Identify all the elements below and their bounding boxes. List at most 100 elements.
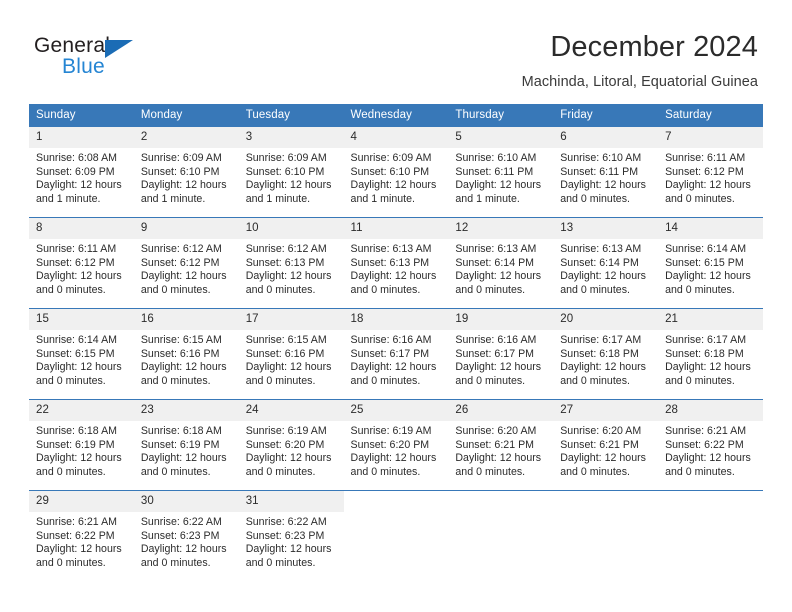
sunset-text: Sunset: 6:20 PM xyxy=(245,438,325,451)
day-number: 13 xyxy=(553,218,659,239)
sunset-text: Sunset: 6:10 PM xyxy=(140,165,220,178)
calendar-day-cell[interactable]: 27 Sunrise: 6:20 AM Sunset: 6:21 PM Dayligh… xyxy=(553,399,659,491)
daylight-text-line1: Daylight: 12 hours xyxy=(350,270,437,283)
sunset-text: Sunset: 6:13 PM xyxy=(245,256,325,269)
day-details: Sunrise: 6:15 AM Sunset: 6:16 PM Daylight:… xyxy=(239,330,344,388)
day-details: Sunrise: 6:16 AM Sunset: 6:17 PM Daylight:… xyxy=(448,330,553,388)
calendar-day-cell[interactable]: 10 Sunrise: 6:12 AM Sunset: 6:13 PM Dayligh… xyxy=(238,217,344,309)
daylight-text-line1: Daylight: 12 hours xyxy=(245,543,332,556)
calendar-day-cell[interactable]: 8 Sunrise: 6:11 AM Sunset: 6:12 PM Daylight… xyxy=(29,217,134,309)
sunset-text: Sunset: 6:11 PM xyxy=(455,165,534,178)
day-details: Sunrise: 6:21 AM Sunset: 6:22 PM Daylight:… xyxy=(658,421,763,479)
daylight-text-line2: and 0 minutes. xyxy=(665,374,735,387)
day-number: 30 xyxy=(133,491,239,512)
sunrise-text: Sunrise: 6:21 AM xyxy=(36,516,117,528)
day-details: Sunrise: 6:21 AM Sunset: 6:22 PM Daylight:… xyxy=(29,512,134,570)
daylight-text-line1: Daylight: 12 hours xyxy=(350,452,437,465)
sunrise-text: Sunrise: 6:17 AM xyxy=(665,334,747,346)
daylight-text-line2: and 0 minutes. xyxy=(245,374,316,387)
calendar-day-cell[interactable]: 30 Sunrise: 6:22 AM Sunset: 6:23 PM Dayligh… xyxy=(133,490,239,581)
day-details: Sunrise: 6:08 AM Sunset: 6:09 PM Daylight:… xyxy=(29,148,134,206)
daylight-text-line2: and 1 minute. xyxy=(140,192,206,205)
sunset-text: Sunset: 6:18 PM xyxy=(560,347,639,360)
sunset-text: Sunset: 6:16 PM xyxy=(140,347,220,360)
calendar-body: 1 Sunrise: 6:08 AM Sunset: 6:09 PM Daylight… xyxy=(29,126,763,581)
calendar-day-cell[interactable]: 25 Sunrise: 6:19 AM Sunset: 6:20 PM Dayligh… xyxy=(343,399,449,491)
day-details: Sunrise: 6:11 AM Sunset: 6:12 PM Daylight:… xyxy=(658,148,763,206)
day-number: 31 xyxy=(238,491,344,512)
day-number: 16 xyxy=(133,309,239,330)
sunset-text: Sunset: 6:21 PM xyxy=(560,438,639,451)
sunset-text: Sunset: 6:12 PM xyxy=(140,256,220,269)
day-details: Sunrise: 6:18 AM Sunset: 6:19 PM Daylight:… xyxy=(134,421,239,479)
calendar-day-cell[interactable]: 1 Sunrise: 6:08 AM Sunset: 6:09 PM Daylight… xyxy=(29,126,134,218)
day-number: 23 xyxy=(133,400,239,421)
day-details: Sunrise: 6:19 AM Sunset: 6:20 PM Daylight:… xyxy=(239,421,344,479)
daylight-text-line1: Daylight: 12 hours xyxy=(36,361,122,374)
calendar-day-cell[interactable]: 4 Sunrise: 6:09 AM Sunset: 6:10 PM Daylight… xyxy=(343,126,449,218)
calendar-day-cell[interactable]: 17 Sunrise: 6:15 AM Sunset: 6:16 PM Dayligh… xyxy=(238,308,344,400)
calendar-day-cell[interactable]: 2 Sunrise: 6:09 AM Sunset: 6:10 PM Daylight… xyxy=(133,126,239,218)
calendar-day-cell[interactable]: 28 Sunrise: 6:21 AM Sunset: 6:22 PM Dayligh… xyxy=(658,399,763,491)
daylight-text-line1: Daylight: 12 hours xyxy=(140,452,227,465)
day-number: 5 xyxy=(448,127,554,148)
sunrise-text: Sunrise: 6:19 AM xyxy=(245,425,327,437)
sunrise-text: Sunrise: 6:16 AM xyxy=(455,334,537,346)
calendar-day-cell[interactable]: 9 Sunrise: 6:12 AM Sunset: 6:12 PM Daylight… xyxy=(133,217,239,309)
calendar-day-cell[interactable]: 18 Sunrise: 6:16 AM Sunset: 6:17 PM Dayligh… xyxy=(343,308,449,400)
sunrise-text: Sunrise: 6:18 AM xyxy=(36,425,117,437)
sunrise-text: Sunrise: 6:09 AM xyxy=(245,152,327,164)
calendar-day-cell[interactable]: 14 Sunrise: 6:14 AM Sunset: 6:15 PM Dayligh… xyxy=(658,217,763,309)
sunrise-text: Sunrise: 6:18 AM xyxy=(140,425,222,437)
daylight-text-line2: and 0 minutes. xyxy=(455,283,526,296)
weekday-header-wednesday: Wednesday xyxy=(343,104,449,127)
sunrise-text: Sunrise: 6:13 AM xyxy=(350,243,432,255)
sunrise-text: Sunrise: 6:17 AM xyxy=(560,334,642,346)
calendar-day-cell[interactable]: 21 Sunrise: 6:17 AM Sunset: 6:18 PM Dayligh… xyxy=(658,308,763,400)
daylight-text-line1: Daylight: 12 hours xyxy=(36,543,122,556)
daylight-text-line1: Daylight: 12 hours xyxy=(560,361,646,374)
day-number: 19 xyxy=(448,309,554,330)
sunset-text: Sunset: 6:23 PM xyxy=(245,529,325,542)
sunrise-text: Sunrise: 6:19 AM xyxy=(350,425,432,437)
sunset-text: Sunset: 6:18 PM xyxy=(665,347,744,360)
day-details: Sunrise: 6:22 AM Sunset: 6:23 PM Daylight:… xyxy=(239,512,344,570)
calendar-day-cell[interactable]: 31 Sunrise: 6:22 AM Sunset: 6:23 PM Dayligh… xyxy=(238,490,344,581)
weekday-header-sunday: Sunday xyxy=(29,104,134,127)
weekday-header-tuesday: Tuesday xyxy=(238,104,344,127)
daylight-text-line2: and 0 minutes. xyxy=(140,374,211,387)
day-number: 22 xyxy=(29,400,134,421)
calendar-week-row: 8 Sunrise: 6:11 AM Sunset: 6:12 PM Daylight… xyxy=(29,217,763,309)
daylight-text-line2: and 0 minutes. xyxy=(140,465,211,478)
calendar-day-cell[interactable]: 11 Sunrise: 6:13 AM Sunset: 6:13 PM Dayligh… xyxy=(343,217,449,309)
calendar-day-cell[interactable]: 29 Sunrise: 6:21 AM Sunset: 6:22 PM Dayligh… xyxy=(29,490,134,581)
general-blue-logo[interactable]: General Blue xyxy=(34,34,154,80)
calendar-day-cell[interactable]: 12 Sunrise: 6:13 AM Sunset: 6:14 PM Dayligh… xyxy=(448,217,554,309)
calendar-day-cell[interactable]: 16 Sunrise: 6:15 AM Sunset: 6:16 PM Dayligh… xyxy=(133,308,239,400)
calendar-day-cell[interactable]: 6 Sunrise: 6:10 AM Sunset: 6:11 PM Daylight… xyxy=(553,126,659,218)
day-details: Sunrise: 6:13 AM Sunset: 6:13 PM Daylight:… xyxy=(344,239,449,297)
sunrise-text: Sunrise: 6:22 AM xyxy=(140,516,222,528)
calendar-day-cell[interactable]: 19 Sunrise: 6:16 AM Sunset: 6:17 PM Dayligh… xyxy=(448,308,554,400)
daylight-text-line2: and 1 minute. xyxy=(455,192,520,205)
calendar-day-cell[interactable]: 15 Sunrise: 6:14 AM Sunset: 6:15 PM Dayligh… xyxy=(29,308,134,400)
daylight-text-line1: Daylight: 12 hours xyxy=(245,179,332,192)
day-number: 3 xyxy=(238,127,344,148)
calendar-day-cell[interactable]: 7 Sunrise: 6:11 AM Sunset: 6:12 PM Daylight… xyxy=(658,126,763,218)
calendar-day-cell[interactable]: 26 Sunrise: 6:20 AM Sunset: 6:21 PM Dayligh… xyxy=(448,399,554,491)
day-details: Sunrise: 6:10 AM Sunset: 6:11 PM Daylight:… xyxy=(448,148,553,206)
calendar-day-cell[interactable]: 23 Sunrise: 6:18 AM Sunset: 6:19 PM Dayligh… xyxy=(133,399,239,491)
sunset-text: Sunset: 6:17 PM xyxy=(455,347,534,360)
calendar-day-cell[interactable]: 20 Sunrise: 6:17 AM Sunset: 6:18 PM Dayligh… xyxy=(553,308,659,400)
calendar-day-cell[interactable]: 13 Sunrise: 6:13 AM Sunset: 6:14 PM Dayligh… xyxy=(553,217,659,309)
daylight-text-line2: and 1 minute. xyxy=(36,192,101,205)
sunset-text: Sunset: 6:13 PM xyxy=(350,256,430,269)
calendar-day-cell[interactable]: 22 Sunrise: 6:18 AM Sunset: 6:19 PM Dayligh… xyxy=(29,399,134,491)
sunrise-text: Sunrise: 6:09 AM xyxy=(140,152,222,164)
day-number: 10 xyxy=(238,218,344,239)
calendar-day-cell[interactable]: 5 Sunrise: 6:10 AM Sunset: 6:11 PM Daylight… xyxy=(448,126,554,218)
daylight-text-line1: Daylight: 12 hours xyxy=(665,270,751,283)
sunrise-text: Sunrise: 6:12 AM xyxy=(245,243,327,255)
calendar-day-cell[interactable]: 3 Sunrise: 6:09 AM Sunset: 6:10 PM Daylight… xyxy=(238,126,344,218)
calendar-day-cell[interactable]: 24 Sunrise: 6:19 AM Sunset: 6:20 PM Dayligh… xyxy=(238,399,344,491)
